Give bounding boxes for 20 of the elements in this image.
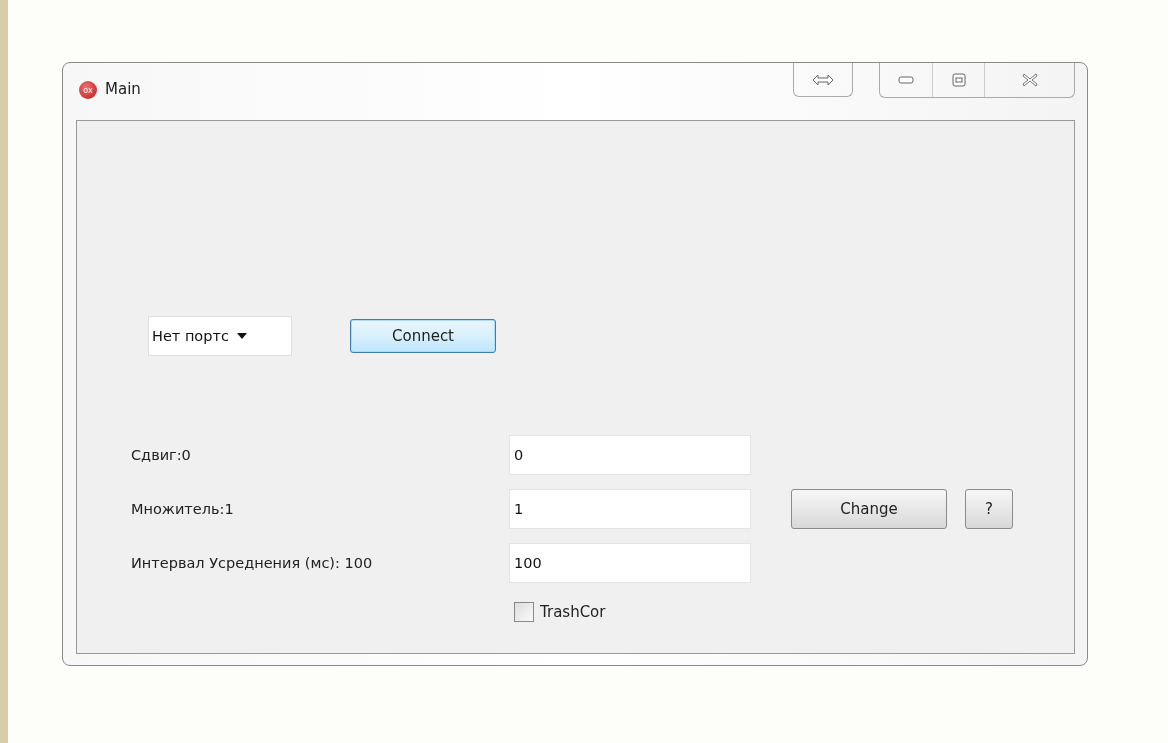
maximize-icon [951, 73, 966, 87]
parameter-label: Интервал Усреднения (мс): 100 [131, 555, 374, 571]
close-icon [1021, 73, 1038, 87]
parameter-label: Сдвиг:0 [131, 447, 192, 463]
caret-icon [236, 333, 247, 339]
help-button[interactable]: ? [965, 489, 1013, 529]
port-dropdown[interactable]: Нет портс [148, 316, 292, 356]
swap-arrows-button[interactable] [793, 63, 853, 97]
window-title: Main [105, 80, 141, 98]
minimize-icon [898, 76, 914, 84]
change-button[interactable]: Change [791, 489, 947, 529]
checkbox-label: TrashCor [540, 603, 606, 621]
app-icon: ox [79, 81, 97, 99]
input-field[interactable]: 0 [509, 435, 751, 475]
input-field[interactable]: 1 [509, 489, 751, 529]
parameter-label: Множитель:1 [131, 501, 235, 517]
connect-button[interactable]: Connect [350, 319, 496, 353]
checkbox[interactable] [514, 602, 534, 622]
input-field[interactable]: 100 [509, 543, 751, 583]
double-arrow-icon [812, 73, 834, 86]
